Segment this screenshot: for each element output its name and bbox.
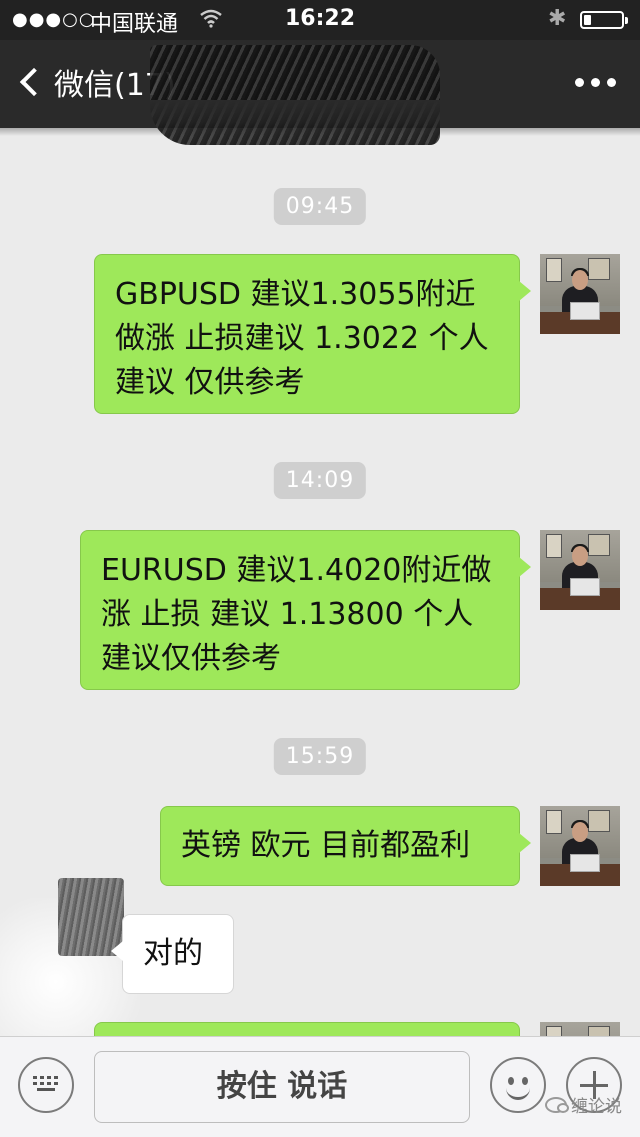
battery-icon	[580, 11, 628, 29]
battery-level	[584, 15, 591, 25]
incoming-message-bubble[interactable]: 对的	[111, 914, 234, 994]
emoji-button[interactable]	[490, 1057, 546, 1113]
my-avatar[interactable]	[540, 254, 620, 334]
message-text: 英镑 欧元 目前都盈利	[181, 828, 471, 863]
my-avatar[interactable]	[540, 806, 620, 886]
outgoing-message-bubble[interactable]	[94, 1022, 520, 1036]
clock: 16:22	[284, 6, 356, 31]
outgoing-message-bubble[interactable]: EURUSD 建议1.4020附近做 涨 止损 建议 1.13800 个人 建议…	[80, 530, 531, 690]
my-avatar[interactable]	[540, 530, 620, 610]
message-text: GBPUSD 建议1.3055附近 做涨 止损建议 1.3022 个人 建议 仅…	[115, 277, 489, 400]
outgoing-message-bubble[interactable]: 英镑 欧元 目前都盈利	[160, 806, 531, 886]
keyboard-toggle-button[interactable]	[18, 1057, 74, 1113]
message-text: EURUSD 建议1.4020附近做 涨 止损 建议 1.13800 个人 建议…	[101, 553, 492, 676]
watermark: 缠论说	[545, 1092, 622, 1117]
chevron-left-icon	[19, 67, 49, 97]
watermark-text: 缠论说	[571, 1097, 622, 1117]
chat-area[interactable]: 09:45 GBPUSD 建议1.3055附近 做涨 止损建议 1.3022 个…	[0, 128, 640, 1036]
more-button[interactable]	[575, 78, 616, 87]
emoji-icon	[508, 1077, 514, 1085]
status-bar: ●●●○○ 中国联通 16:22 ✱	[0, 0, 640, 40]
keyboard-icon	[33, 1076, 59, 1094]
hold-to-talk-button[interactable]: 按住 说话	[94, 1051, 470, 1123]
my-avatar[interactable]	[540, 1022, 620, 1036]
timestamp: 09:45	[273, 188, 367, 225]
timestamp: 15:59	[273, 738, 367, 775]
more-dots-icon	[575, 78, 584, 87]
outgoing-message-bubble[interactable]: GBPUSD 建议1.3055附近 做涨 止损建议 1.3022 个人 建议 仅…	[94, 254, 531, 414]
input-bar: 按住 说话 缠论说	[0, 1036, 640, 1137]
wechat-logo-icon	[545, 1096, 569, 1113]
bluetooth-icon: ✱	[548, 6, 567, 31]
timestamp: 14:09	[273, 462, 367, 499]
message-text: 对的	[143, 936, 203, 971]
